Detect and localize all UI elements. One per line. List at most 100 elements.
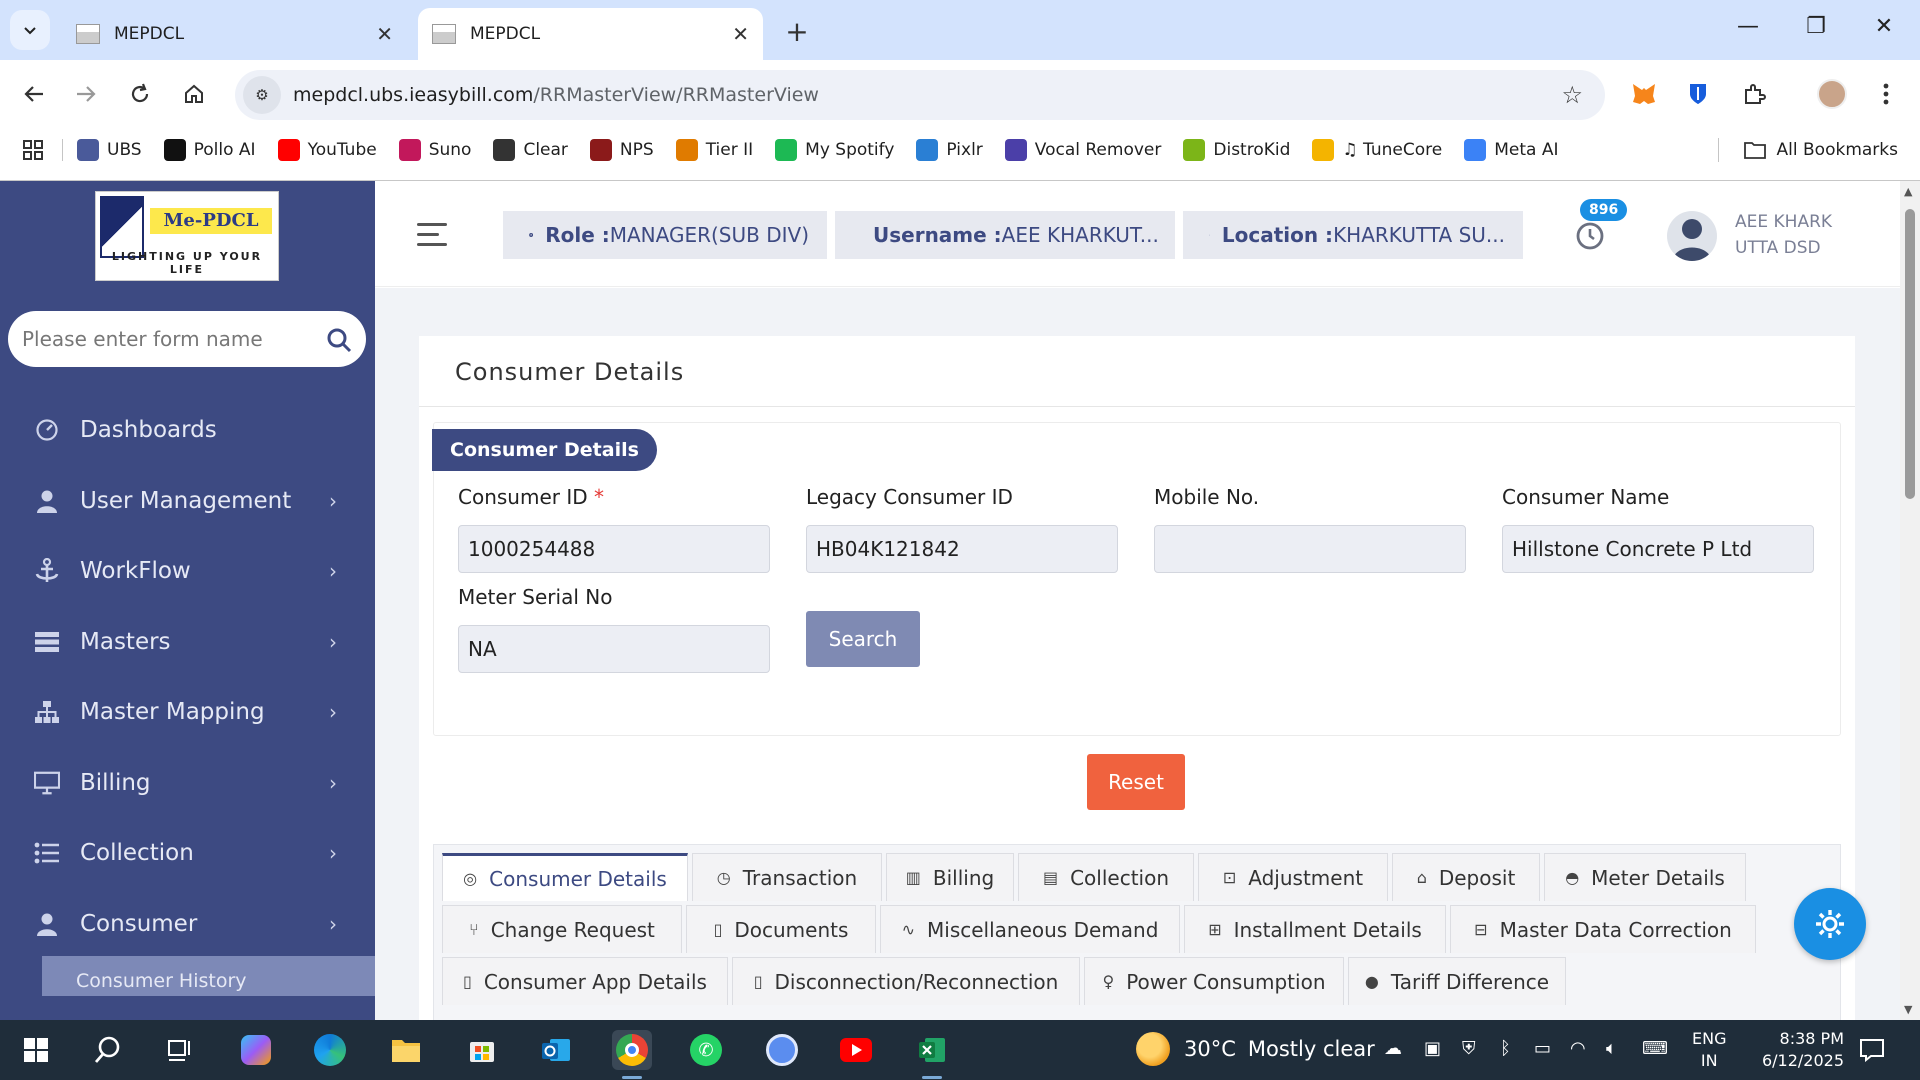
file-explorer-icon[interactable] — [386, 1030, 426, 1070]
tab-miscellaneous-demand[interactable]: ∿ Miscellaneous Demand — [880, 905, 1180, 953]
meet-now-icon[interactable]: ▣ — [1424, 1038, 1441, 1059]
sidebar-item-dashboards[interactable]: Dashboards — [0, 395, 375, 466]
sidebar-item-collection[interactable]: Collection › — [0, 818, 375, 889]
search-icon[interactable] — [88, 1030, 128, 1070]
all-bookmarks-button[interactable]: All Bookmarks — [1717, 138, 1898, 162]
address-bar[interactable]: ⚙ mepdcl.ubs.ieasybill.com/RRMasterView/… — [235, 70, 1605, 120]
profile-avatar-icon[interactable] — [1816, 78, 1848, 110]
close-tab-icon[interactable]: ✕ — [732, 22, 749, 46]
bookmark-item[interactable]: Meta AI — [1464, 139, 1558, 161]
tab-disconnection-reconnection[interactable]: ▯ Disconnection/Reconnection — [732, 957, 1080, 1005]
bookmark-item[interactable]: YouTube — [277, 139, 377, 161]
tab-meter-details[interactable]: ◓ Meter Details — [1544, 853, 1746, 901]
tab-search-button[interactable] — [10, 10, 50, 50]
tab-documents[interactable]: ▯ Documents — [686, 905, 876, 953]
tab-change-request[interactable]: ⑂ Change Request — [442, 905, 682, 953]
scrollbar-thumb[interactable] — [1905, 209, 1915, 499]
tab-consumer-app-details[interactable]: ▯ Consumer App Details — [442, 957, 728, 1005]
bookmark-item[interactable]: Vocal Remover — [1004, 139, 1161, 161]
windows-start-icon[interactable] — [16, 1030, 56, 1070]
mepdcl-logo[interactable]: Me-PDCL LIGHTING UP YOUR LIFE — [95, 191, 279, 281]
extensions-puzzle-icon[interactable] — [1738, 78, 1770, 110]
tab-tariff-difference[interactable]: ● Tariff Difference — [1348, 957, 1566, 1005]
home-button[interactable] — [176, 76, 212, 112]
volume-icon[interactable]: 🔈︎ — [1606, 1038, 1617, 1059]
wifi-icon[interactable]: ◠ — [1570, 1038, 1586, 1059]
system-clock[interactable]: 8:38 PM 6/12/2025 — [1748, 1028, 1844, 1072]
browser-tab[interactable]: MEPDCL ✕ — [62, 8, 407, 60]
close-tab-icon[interactable]: ✕ — [376, 22, 393, 46]
bookmark-item[interactable]: Tier II — [675, 139, 753, 161]
bookmark-item[interactable]: Pixlr — [916, 139, 983, 161]
metamask-extension-icon[interactable] — [1628, 78, 1660, 110]
back-button[interactable] — [16, 76, 52, 112]
sidebar-item-master-mapping[interactable]: Master Mapping › — [0, 677, 375, 748]
bookmark-item[interactable]: DistroKid — [1183, 139, 1290, 161]
microsoft-store-icon[interactable] — [462, 1030, 502, 1070]
mobile-no-input[interactable] — [1154, 525, 1466, 573]
legacy-consumer-id-input[interactable] — [806, 525, 1118, 573]
tab-power-consumption[interactable]: ♀ Power Consumption — [1084, 957, 1344, 1005]
scroll-down-icon[interactable]: ▼ — [1904, 1003, 1912, 1016]
scroll-up-icon[interactable]: ▲ — [1904, 185, 1912, 198]
search-button[interactable]: Search — [806, 611, 920, 667]
bookmark-item[interactable]: UBS — [77, 139, 142, 161]
new-tab-button[interactable]: + — [780, 14, 814, 48]
bookmark-item[interactable]: Suno — [398, 139, 471, 161]
browser-tab-active[interactable]: MEPDCL ✕ — [418, 8, 763, 60]
battery-icon[interactable]: ▭ — [1534, 1038, 1551, 1059]
input-language-indicator[interactable]: ENG IN — [1692, 1028, 1726, 1072]
sidebar-item-workflow[interactable]: WorkFlow › — [0, 536, 375, 607]
reset-button[interactable]: Reset — [1087, 754, 1185, 810]
consumer-name-input[interactable] — [1502, 525, 1814, 573]
bitwarden-extension-icon[interactable] — [1682, 78, 1714, 110]
tab-master-data-correction[interactable]: ⊟ Master Data Correction — [1450, 905, 1756, 953]
notification-center-icon[interactable] — [1852, 1030, 1892, 1070]
chrome-browser-icon[interactable] — [612, 1030, 652, 1070]
page-scrollbar[interactable]: ▲ ▼ — [1900, 181, 1920, 1020]
bookmark-item[interactable]: NPS — [589, 139, 654, 161]
hamburger-menu-icon[interactable] — [417, 223, 447, 253]
weather-widget[interactable]: 30°C Mostly clear — [1136, 1032, 1375, 1066]
sidebar-item-billing[interactable]: Billing › — [0, 748, 375, 819]
restore-window-button[interactable]: ❐ — [1796, 14, 1836, 39]
sidebar-item-masters[interactable]: Masters › — [0, 607, 375, 678]
copilot-icon[interactable] — [236, 1030, 276, 1070]
bookmark-star-icon[interactable]: ☆ — [1561, 81, 1583, 109]
task-view-icon[interactable] — [160, 1030, 200, 1070]
bookmark-item[interactable]: Clear — [493, 139, 568, 161]
clock-icon[interactable] — [1575, 221, 1605, 251]
browser-menu-icon[interactable] — [1870, 78, 1902, 110]
search-icon[interactable] — [326, 327, 352, 353]
sidebar-item-consumer[interactable]: Consumer › — [0, 889, 375, 960]
bookmark-item[interactable]: ♫ TuneCore — [1312, 139, 1442, 161]
sidebar-item-user-management[interactable]: User Management › — [0, 466, 375, 537]
security-shield-icon[interactable]: ⛨ — [1462, 1038, 1476, 1059]
consumer-id-input[interactable] — [458, 525, 770, 573]
outlook-icon[interactable] — [536, 1030, 576, 1070]
whatsapp-icon[interactable]: ✆ — [686, 1030, 726, 1070]
reload-button[interactable] — [122, 76, 158, 112]
tab-collection[interactable]: ▤ Collection — [1018, 853, 1194, 901]
tab-billing[interactable]: ▥ Billing — [886, 853, 1014, 901]
tab-deposit[interactable]: ⌂ Deposit — [1392, 853, 1540, 901]
sidebar-subitem-consumer-history[interactable]: Consumer History — [42, 956, 375, 996]
bookmark-item[interactable]: My Spotify — [775, 139, 894, 161]
user-avatar[interactable] — [1667, 211, 1717, 261]
apps-grid-button[interactable] — [22, 139, 44, 161]
keyboard-icon[interactable]: ⌨ — [1642, 1038, 1668, 1059]
tab-installment-details[interactable]: ⊞ Installment Details — [1184, 905, 1446, 953]
maps-app-icon[interactable] — [762, 1030, 802, 1070]
bookmark-item[interactable]: Pollo AI — [163, 139, 256, 161]
settings-fab-button[interactable] — [1794, 888, 1866, 960]
edge-browser-icon[interactable] — [310, 1030, 350, 1070]
youtube-app-icon[interactable] — [836, 1030, 876, 1070]
form-search-input[interactable] — [8, 311, 366, 367]
excel-icon[interactable] — [912, 1030, 952, 1070]
forward-button[interactable] — [68, 76, 104, 112]
bluetooth-icon[interactable]: ᛒ — [1500, 1038, 1511, 1059]
tab-adjustment[interactable]: ⊡ Adjustment — [1198, 853, 1388, 901]
meter-serial-no-input[interactable] — [458, 625, 770, 673]
tab-consumer-details[interactable]: ◎ Consumer Details — [442, 853, 688, 901]
minimize-window-button[interactable]: — — [1728, 14, 1768, 39]
